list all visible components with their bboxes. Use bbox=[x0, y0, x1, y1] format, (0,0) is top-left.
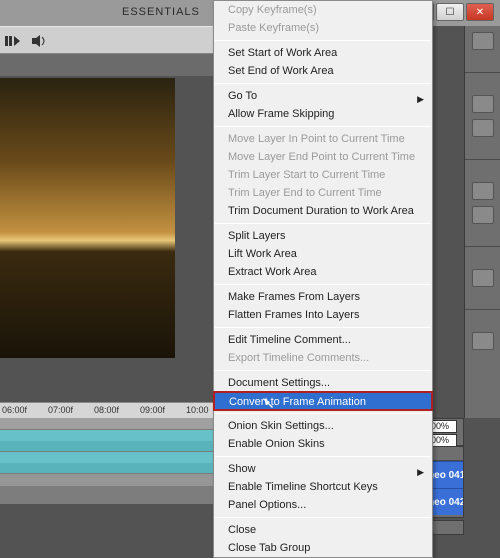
secondary-toolbar bbox=[0, 26, 213, 54]
menu-item-flatten-frames-into-layers[interactable]: Flatten Frames Into Layers bbox=[214, 306, 432, 324]
menu-separator bbox=[215, 517, 431, 518]
menu-item-convert-to-frame-animation[interactable]: Convert to Frame Animation bbox=[213, 391, 433, 411]
menu-item-split-layers[interactable]: Split Layers bbox=[214, 227, 432, 245]
menu-item-trim-layer-end-to-current-time: Trim Layer End to Current Time bbox=[214, 184, 432, 202]
video-track[interactable] bbox=[0, 430, 213, 452]
audio-icon[interactable] bbox=[31, 33, 47, 49]
layers-icon[interactable] bbox=[472, 332, 494, 350]
menu-item-onion-skin-settings[interactable]: Onion Skin Settings... bbox=[214, 417, 432, 435]
playback-icon[interactable] bbox=[4, 33, 20, 49]
panel-context-menu: Copy Keyframe(s)Paste Keyframe(s) Set Sta… bbox=[213, 0, 433, 558]
menu-item-show[interactable]: Show▶ bbox=[214, 460, 432, 478]
brush-icon[interactable] bbox=[472, 182, 494, 200]
menu-item-trim-document-duration-to-work-area[interactable]: Trim Document Duration to Work Area bbox=[214, 202, 432, 220]
menu-item-set-start-of-work-area[interactable]: Set Start of Work Area bbox=[214, 44, 432, 62]
menu-item-go-to[interactable]: Go To▶ bbox=[214, 87, 432, 105]
menu-item-enable-timeline-shortcut-keys[interactable]: Enable Timeline Shortcut Keys bbox=[214, 478, 432, 496]
menu-separator bbox=[215, 456, 431, 457]
menu-item-paste-keyframe-s: Paste Keyframe(s) bbox=[214, 19, 432, 37]
menu-item-enable-onion-skins[interactable]: Enable Onion Skins bbox=[214, 435, 432, 453]
close-button[interactable]: ✕ bbox=[466, 3, 494, 21]
timeline-footer bbox=[0, 486, 213, 504]
tick-label: 08:00f bbox=[94, 405, 119, 415]
menu-item-allow-frame-skipping[interactable]: Allow Frame Skipping bbox=[214, 105, 432, 123]
right-sidebar bbox=[464, 26, 500, 418]
menu-separator bbox=[215, 413, 431, 414]
maximize-button[interactable]: ☐ bbox=[436, 3, 464, 21]
menu-item-edit-timeline-comment[interactable]: Edit Timeline Comment... bbox=[214, 331, 432, 349]
tick-label: 09:00f bbox=[140, 405, 165, 415]
paragraph-icon[interactable] bbox=[472, 269, 494, 287]
menu-item-copy-keyframe-s: Copy Keyframe(s) bbox=[214, 1, 432, 19]
menu-item-move-layer-in-point-to-current-time: Move Layer In Point to Current Time bbox=[214, 130, 432, 148]
menu-item-set-end-of-work-area[interactable]: Set End of Work Area bbox=[214, 62, 432, 80]
menu-item-document-settings[interactable]: Document Settings... bbox=[214, 374, 432, 392]
actions-icon[interactable] bbox=[472, 119, 494, 137]
canvas-area[interactable] bbox=[0, 78, 175, 358]
menu-separator bbox=[215, 40, 431, 41]
menu-item-close-tab-group[interactable]: Close Tab Group bbox=[214, 539, 432, 557]
preview-header bbox=[0, 54, 213, 76]
tick-label: 07:00f bbox=[48, 405, 73, 415]
menu-item-lift-work-area[interactable]: Lift Work Area bbox=[214, 245, 432, 263]
workspace-label[interactable]: ESSENTIALS bbox=[122, 6, 200, 18]
menu-item-export-timeline-comments: Export Timeline Comments... bbox=[214, 349, 432, 367]
preview-image bbox=[0, 78, 175, 358]
menu-item-make-frames-from-layers[interactable]: Make Frames From Layers bbox=[214, 288, 432, 306]
menu-separator bbox=[215, 284, 431, 285]
menu-item-extract-work-area[interactable]: Extract Work Area bbox=[214, 263, 432, 281]
timeline-tracks[interactable] bbox=[0, 418, 213, 486]
menu-item-trim-layer-start-to-current-time: Trim Layer Start to Current Time bbox=[214, 166, 432, 184]
timeline-ruler[interactable]: 06:00f 07:00f 08:00f 09:00f 10:00 bbox=[0, 402, 213, 418]
tick-label: 06:00f bbox=[2, 405, 27, 415]
clone-icon[interactable] bbox=[472, 206, 494, 224]
menu-separator bbox=[215, 223, 431, 224]
menu-separator bbox=[215, 370, 431, 371]
menu-item-move-layer-end-point-to-current-time: Move Layer End Point to Current Time bbox=[214, 148, 432, 166]
menu-item-panel-options[interactable]: Panel Options... bbox=[214, 496, 432, 514]
swatches-icon[interactable] bbox=[472, 32, 494, 50]
preview-panel bbox=[0, 54, 213, 384]
menu-separator bbox=[215, 327, 431, 328]
menu-item-close[interactable]: Close bbox=[214, 521, 432, 539]
history-icon[interactable] bbox=[472, 95, 494, 113]
work-area-track[interactable] bbox=[0, 418, 213, 430]
menu-separator bbox=[215, 83, 431, 84]
video-track[interactable] bbox=[0, 452, 213, 474]
menu-separator bbox=[215, 126, 431, 127]
tick-label: 10:00 bbox=[186, 405, 209, 415]
